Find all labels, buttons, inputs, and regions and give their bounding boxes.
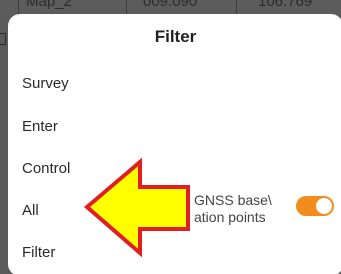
filter-option-enter[interactable]: Enter bbox=[22, 118, 58, 135]
filter-option-survey[interactable]: Survey bbox=[22, 75, 69, 92]
gnss-base-toggle-switch[interactable] bbox=[296, 196, 334, 216]
filter-dialog: Filter Survey Enter Control All Filter G… bbox=[8, 14, 341, 274]
toggle-label-line-1: GNSS base\ bbox=[194, 192, 272, 208]
toggle-knob bbox=[316, 198, 332, 214]
filter-option-all[interactable]: All bbox=[22, 202, 39, 219]
background-checkbox-edge bbox=[0, 33, 6, 45]
background-cell-value-2: 106.769 bbox=[258, 0, 313, 10]
dialog-title: Filter bbox=[154, 27, 197, 46]
filter-option-filter[interactable]: Filter bbox=[22, 244, 55, 261]
toggle-label-line-2: ation points bbox=[194, 209, 266, 225]
screen: Map_2 009.090 106.769 Filter Survey Ente… bbox=[0, 0, 341, 274]
filter-option-control[interactable]: Control bbox=[22, 160, 70, 177]
gnss-base-toggle-label: GNSS base\ ation points bbox=[194, 192, 298, 226]
background-cell-name: Map_2 bbox=[26, 0, 72, 10]
background-cell-value-1: 009.090 bbox=[143, 0, 198, 10]
